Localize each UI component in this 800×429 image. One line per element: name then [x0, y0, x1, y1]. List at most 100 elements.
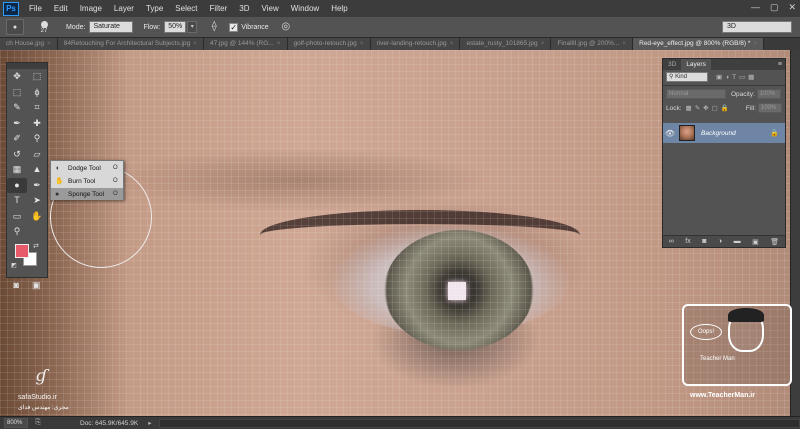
menu-filter[interactable]: Filter — [204, 0, 234, 17]
gradient-tool-icon[interactable]: ▦ — [7, 162, 27, 178]
pressure-size-icon[interactable]: ◎ — [279, 20, 293, 34]
vibrance-checkbox[interactable]: ✓ — [229, 22, 239, 32]
export-icon[interactable]: ⎘ — [32, 419, 44, 427]
flow-dropdown-icon[interactable]: ▾ — [187, 21, 198, 33]
horizontal-scrollbar[interactable] — [159, 418, 800, 428]
close-tab-icon[interactable]: × — [360, 40, 364, 47]
close-tab-icon[interactable]: × — [277, 40, 281, 47]
menu-bar: Ps File Edit Image Layer Type Select Fil… — [0, 0, 800, 17]
menu-help[interactable]: Help — [325, 0, 353, 17]
type-tool-icon[interactable]: T — [7, 193, 27, 209]
menu-type[interactable]: Type — [140, 0, 169, 17]
flyout-item-shortcut: O — [113, 165, 118, 171]
document-tab-active[interactable]: Red-eye_effect.jpg @ 800% (RGB/8) * × — [633, 38, 765, 50]
lock-row: Lock: ▦✎✥▢🔒 Fill: 100% — [663, 101, 785, 115]
layer-style-icon[interactable]: fx — [685, 238, 690, 245]
close-icon[interactable]: ✕ — [788, 2, 796, 13]
filter-icons[interactable]: ▣◑T▭▩ — [716, 73, 757, 81]
menu-view[interactable]: View — [256, 0, 285, 17]
blur-tool-icon[interactable]: ▲ — [27, 162, 47, 178]
flyout-item-sponge[interactable]: ● Sponge Tool O — [51, 188, 123, 200]
close-tab-icon[interactable]: × — [753, 40, 757, 47]
document-tab[interactable]: estate_rusty_101865.jpg × — [460, 38, 552, 50]
screen-mode-icon[interactable]: ▣ — [32, 278, 41, 293]
mode-select[interactable]: Saturate — [89, 21, 134, 33]
eraser-tool-icon[interactable]: ▱ — [27, 147, 47, 163]
fill-input[interactable]: 100% — [758, 103, 782, 113]
layer-name: Background — [701, 129, 736, 137]
document-tab[interactable]: golf-photo-retouch.jpg × — [287, 38, 371, 50]
watermark-site: safaStudio.ir — [18, 394, 57, 401]
history-brush-tool-icon[interactable]: ↺ — [7, 147, 27, 163]
path-select-tool-icon[interactable]: ➤ — [27, 193, 47, 209]
maximize-icon[interactable]: ▢ — [770, 2, 779, 13]
layer-lock-icon: 🔒 — [770, 130, 779, 137]
menu-edit[interactable]: Edit — [48, 0, 74, 17]
close-tab-icon[interactable]: × — [47, 40, 51, 47]
visibility-eye-icon[interactable]: 👁 — [663, 129, 677, 138]
new-layer-icon[interactable]: ▣ — [752, 238, 759, 246]
menu-select[interactable]: Select — [169, 0, 203, 17]
close-tab-icon[interactable]: × — [193, 40, 197, 47]
close-tab-icon[interactable]: × — [450, 40, 454, 47]
workspace-select[interactable]: 3D — [722, 21, 792, 33]
eyedropper-tool-icon[interactable]: ✒ — [7, 116, 27, 132]
lasso-tool-icon[interactable]: ϕ — [27, 85, 47, 101]
menu-layer[interactable]: Layer — [108, 0, 140, 17]
watermark-credit: مجری: مهندس فدای — [18, 405, 69, 411]
document-tab[interactable]: FinallII.jpg @ 200%... × — [551, 38, 634, 50]
layer-row[interactable]: 👁 Background 🔒 — [663, 123, 785, 143]
new-group-icon[interactable]: ▬ — [734, 238, 741, 245]
zoom-input[interactable]: 800% — [4, 418, 28, 428]
quick-mask-icon[interactable]: ◙ — [14, 278, 19, 293]
menu-window[interactable]: Window — [285, 0, 325, 17]
tab-3d[interactable]: 3D — [663, 59, 681, 70]
clone-stamp-tool-icon[interactable]: ⚲ — [27, 131, 47, 147]
default-colors-icon[interactable]: ◩ — [11, 262, 17, 269]
blend-mode-select[interactable]: Normal — [666, 89, 726, 99]
brush-tool-icon[interactable]: ✐ — [7, 131, 27, 147]
foreground-color[interactable] — [15, 243, 29, 258]
minimize-icon[interactable]: — — [751, 2, 760, 13]
delete-layer-icon[interactable]: 🗑 — [770, 238, 779, 246]
menu-image[interactable]: Image — [74, 0, 108, 17]
rectangle-tool-icon[interactable]: ▭ — [7, 209, 27, 225]
menu-file[interactable]: File — [23, 0, 48, 17]
status-menu-icon[interactable]: ▸ — [148, 419, 151, 427]
marquee-tool-icon[interactable]: ⬚ — [7, 85, 27, 101]
document-tab[interactable]: river-landing-retouch.jpg × — [370, 38, 461, 50]
opacity-input[interactable]: 100% — [756, 89, 781, 99]
lock-icons[interactable]: ▦✎✥▢🔒 — [686, 104, 732, 112]
flyout-item-dodge[interactable]: ◖ Dodge Tool O — [51, 162, 123, 174]
healing-tool-icon[interactable]: ✚ — [27, 116, 47, 132]
document-tab[interactable]: 47.jpg @ 144% (RG... × — [204, 38, 288, 50]
menu-3d[interactable]: 3D — [233, 0, 255, 17]
flyout-item-burn[interactable]: ✋ Burn Tool O — [51, 175, 123, 187]
flow-input[interactable]: 50% — [164, 21, 187, 33]
close-tab-icon[interactable]: × — [541, 40, 545, 47]
tab-layers[interactable]: Layers — [681, 59, 711, 70]
hand-tool-icon[interactable]: ✋ — [27, 209, 47, 225]
document-tab[interactable]: ch House.jpg × — [0, 38, 58, 50]
pen-tool-icon[interactable]: ✒ — [27, 178, 47, 194]
kind-filter-select[interactable]: ⚲ Kind — [666, 72, 708, 82]
panel-tabs: 3D Layers ≡ — [663, 59, 785, 70]
panel-menu-icon[interactable]: ≡ — [778, 59, 785, 70]
flyout-item-label: Burn Tool — [68, 177, 96, 185]
sponge-tool-icon[interactable]: ● — [7, 177, 27, 193]
tool-preset-picker[interactable]: ● — [6, 19, 24, 35]
quick-select-tool-icon[interactable]: ✎ — [7, 100, 27, 116]
document-tab[interactable]: 84Retouching For Architectural Subjects.… — [57, 38, 205, 50]
close-tab-icon[interactable]: × — [622, 40, 626, 47]
airbrush-icon[interactable]: ⟠ — [207, 20, 221, 34]
link-layers-icon[interactable]: ∞ — [669, 238, 674, 245]
crop-tool-icon[interactable]: ⌗ — [27, 100, 47, 116]
move-tool-icon[interactable]: ✥ — [7, 69, 27, 85]
swap-colors-icon[interactable]: ⇄ — [33, 242, 39, 250]
sponge-icon: ● — [12, 23, 18, 31]
zoom-tool-icon[interactable]: ⚲ — [7, 224, 27, 240]
brush-preset-picker[interactable]: 27 — [32, 19, 56, 35]
artboard-tool-icon[interactable]: ⬚ — [27, 69, 47, 85]
adjustment-layer-icon[interactable]: ◑ — [718, 238, 722, 245]
add-mask-icon[interactable]: ◙ — [702, 238, 706, 245]
